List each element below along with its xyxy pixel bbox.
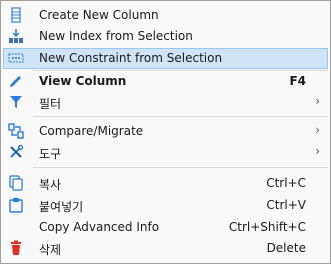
tools-icon (8, 144, 24, 160)
menu-item-create-new-column[interactable]: Create New Column (3, 5, 328, 26)
menu-item-copy[interactable]: 복사 Ctrl+C (3, 173, 328, 194)
compare-icon (8, 123, 24, 139)
index-icon (8, 28, 24, 44)
menu-item-label: Copy Advanced Info (39, 220, 160, 234)
copy-icon (8, 175, 24, 191)
menu-item-label: 필터 (39, 97, 62, 111)
menu-item-label: 붙여넣기 (39, 200, 84, 214)
shortcut-text: Ctrl+Shift+C (228, 220, 306, 234)
menu-item-paste[interactable]: 붙여넣기 Ctrl+V (3, 195, 328, 216)
menu-separator (33, 167, 328, 168)
submenu-arrow-icon: › (315, 94, 320, 108)
constraint-icon (8, 50, 24, 66)
menu-item-label: New Index from Selection (39, 29, 193, 43)
menu-item-compare-migrate[interactable]: Compare/Migrate › (3, 121, 328, 142)
shortcut-text: Ctrl+V (266, 198, 306, 212)
menu-item-filter[interactable]: 필터 › (3, 92, 328, 113)
menu-item-view-column[interactable]: View Column F4 (3, 71, 328, 92)
filter-icon (8, 94, 24, 110)
menu-item-label: View Column (39, 74, 127, 88)
menu-item-label: 도구 (39, 147, 62, 161)
menu-item-tools[interactable]: 도구 › (3, 142, 328, 163)
edit-pencil-icon (8, 73, 24, 89)
menu-item-new-constraint[interactable]: New Constraint from Selection (3, 48, 328, 69)
shortcut-text: Delete (266, 241, 306, 255)
menu-item-label: 복사 (39, 178, 62, 192)
menu-item-label: Compare/Migrate (39, 124, 144, 138)
submenu-arrow-icon: › (315, 144, 320, 158)
menu-separator (33, 116, 328, 117)
menu-item-label: Create New Column (39, 8, 159, 22)
menu-item-copy-advanced-info[interactable]: Copy Advanced Info Ctrl+Shift+C (3, 217, 328, 238)
menu-item-label: New Constraint from Selection (39, 51, 223, 65)
paste-icon (8, 197, 24, 213)
delete-icon (8, 240, 24, 256)
shortcut-text: F4 (289, 74, 306, 88)
context-menu: Create New Column New Index from Selecti… (0, 0, 331, 264)
column-icon (8, 7, 24, 23)
menu-item-new-index[interactable]: New Index from Selection (3, 26, 328, 47)
shortcut-text: Ctrl+C (266, 176, 306, 190)
menu-item-label: 삭제 (39, 243, 62, 257)
menu-item-delete[interactable]: 삭제 Delete (3, 238, 328, 259)
submenu-arrow-icon: › (315, 123, 320, 137)
